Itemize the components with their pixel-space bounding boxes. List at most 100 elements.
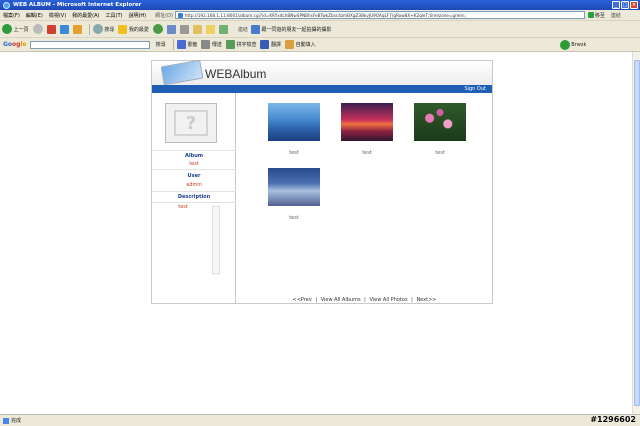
- stop-icon: [46, 24, 56, 34]
- album-cover[interactable]: ?: [165, 103, 217, 143]
- print-button[interactable]: [179, 24, 189, 34]
- spellcheck-button[interactable]: 拼字檢查: [225, 40, 257, 49]
- history-icon: [152, 24, 163, 34]
- description-scrollbar[interactable]: [212, 206, 220, 274]
- photo-thumbnail[interactable]: [341, 103, 393, 141]
- send-icon: [201, 40, 211, 49]
- album-value: test: [189, 161, 199, 167]
- home-button[interactable]: [72, 24, 82, 34]
- favorites-button[interactable]: 我的最愛: [118, 24, 149, 34]
- back-label: 上一頁: [13, 26, 29, 33]
- forward-arrow-icon: [32, 24, 43, 34]
- photo-thumbnail[interactable]: [268, 103, 320, 141]
- messenger-button[interactable]: [218, 24, 228, 34]
- pagination: <<Prev | View All Albums | View All Phot…: [237, 297, 492, 303]
- share-button[interactable]: 傳送: [201, 40, 222, 49]
- links-label[interactable]: 連結: [611, 12, 621, 19]
- refresh-button[interactable]: [59, 24, 69, 34]
- menu-bar: 檔案(F) 編輯(E) 檢視(V) 我的最愛(A) 工具(T) 說明(H) 網址…: [0, 10, 640, 21]
- scrollbar-thumb[interactable]: [634, 60, 640, 406]
- spellcheck-icon: [225, 40, 235, 49]
- page-icon: [250, 24, 260, 34]
- brand-logo: WEBAlbum: [205, 67, 266, 81]
- menu-favorites[interactable]: 我的最愛(A): [69, 12, 102, 19]
- photo-caption: test: [289, 215, 299, 221]
- maximize-button[interactable]: □: [621, 1, 629, 9]
- user-label: User: [187, 173, 201, 179]
- autofill-icon: [285, 40, 295, 49]
- status-bar: 完成: [0, 414, 640, 426]
- prev-link[interactable]: <<Prev: [293, 297, 312, 303]
- ie-logo-icon: [3, 1, 10, 9]
- google-search-input[interactable]: [29, 40, 150, 49]
- address-input[interactable]: http://192.168.1.11:8001/album.cgi?id=KR…: [174, 11, 585, 19]
- photo-caption: test: [362, 150, 372, 156]
- user-value: admin: [186, 182, 202, 188]
- favorite-link[interactable]: 跟一同遊的朋友一起拍攝的攝影: [250, 24, 331, 34]
- menu-tools[interactable]: 工具(T): [103, 12, 126, 19]
- sign-out-link[interactable]: Sign Out: [464, 85, 486, 93]
- autofill-label: 自動填入: [295, 42, 316, 48]
- google-logo-part: Go: [3, 41, 13, 48]
- extra-label: Brwsk: [571, 41, 587, 48]
- google-search-label: 搜尋: [155, 42, 166, 48]
- google-toolbar: Google 搜尋 書籤 傳送 拼字檢查 翻譯 自動填入 Brwsk: [0, 38, 640, 52]
- vertical-scrollbar[interactable]: [632, 52, 640, 414]
- status-text: 完成: [11, 418, 22, 424]
- extension-icon: [559, 39, 570, 50]
- spellcheck-label: 拼字檢查: [236, 42, 257, 48]
- photo-thumbnail[interactable]: [414, 103, 466, 141]
- stop-button[interactable]: [46, 24, 56, 34]
- translate-button[interactable]: 翻譯: [260, 40, 281, 49]
- menu-file[interactable]: 檔案(F): [0, 12, 23, 19]
- view-all-albums-link[interactable]: View All Albums: [321, 297, 361, 303]
- bookmarks-button[interactable]: 書籤: [176, 40, 197, 49]
- translate-label: 翻譯: [271, 42, 282, 48]
- view-all-photos-link[interactable]: View All Photos: [369, 297, 407, 303]
- divider: [152, 191, 236, 192]
- nav-strip: Sign Out: [152, 85, 492, 93]
- window-titlebar: WEB ALBUM - Microsoft Internet Explorer …: [0, 0, 640, 10]
- close-button[interactable]: ×: [630, 1, 638, 9]
- home-icon: [72, 24, 82, 34]
- question-mark-icon: ?: [174, 110, 208, 136]
- edit-button[interactable]: [192, 24, 202, 34]
- menu-edit[interactable]: 編輯(E): [23, 12, 46, 19]
- standard-toolbar: 上一頁 搜尋 我的最愛 連結 跟一同遊的朋友一起拍攝的攝影: [0, 21, 640, 38]
- window-title: WEB ALBUM - Microsoft Internet Explorer: [13, 2, 142, 8]
- go-button[interactable]: 移至: [587, 12, 605, 19]
- mail-button[interactable]: [166, 24, 176, 34]
- menu-help[interactable]: 說明(H): [125, 12, 149, 19]
- photo-grid: test test test test <<Prev | View All Al…: [237, 93, 492, 304]
- star-icon: [176, 40, 186, 49]
- search-icon: [92, 24, 103, 34]
- history-button[interactable]: [152, 24, 163, 34]
- folder-icon: [205, 24, 215, 34]
- menu-view[interactable]: 檢視(V): [46, 12, 69, 19]
- search-button[interactable]: 搜尋: [92, 24, 115, 34]
- photo-thumbnail[interactable]: [268, 168, 320, 206]
- google-search-button[interactable]: 搜尋: [156, 41, 166, 48]
- extra-button[interactable]: Brwsk: [559, 39, 587, 50]
- google-logo: Google: [3, 41, 27, 48]
- brand-bold: Album: [232, 67, 267, 81]
- forward-button[interactable]: [32, 24, 43, 34]
- photo-caption: test: [435, 150, 445, 156]
- description-label: Description: [177, 194, 211, 200]
- minimize-button[interactable]: _: [612, 1, 620, 9]
- star-icon: [118, 24, 128, 34]
- links-bar-label: 連結: [237, 26, 248, 33]
- header-banner: WEBAlbum: [152, 59, 492, 86]
- search-label: 搜尋: [104, 26, 115, 33]
- folder-button[interactable]: [205, 24, 215, 34]
- favorites-label: 我的最愛: [128, 26, 149, 33]
- google-logo-part: le: [20, 41, 27, 48]
- brand-light: WEB: [205, 67, 233, 81]
- divider: [152, 150, 236, 151]
- edit-icon: [192, 24, 202, 34]
- autofill-button[interactable]: 自動填入: [285, 40, 316, 49]
- messenger-icon: [218, 24, 228, 34]
- back-button[interactable]: 上一頁: [2, 24, 29, 34]
- next-link[interactable]: Next>>: [416, 297, 436, 303]
- go-arrow-icon: [587, 12, 594, 18]
